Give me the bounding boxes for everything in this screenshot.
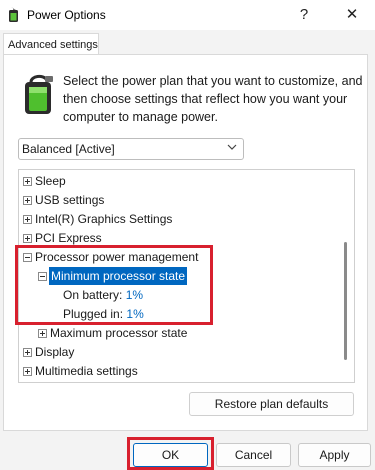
collapse-icon[interactable] xyxy=(23,253,32,262)
restore-defaults-button[interactable]: Restore plan defaults xyxy=(189,392,354,416)
expand-icon[interactable] xyxy=(23,367,32,376)
expand-icon[interactable] xyxy=(38,329,47,338)
setting-label: Plugged in: xyxy=(63,307,124,321)
cancel-button[interactable]: Cancel xyxy=(216,443,291,467)
power-plan-icon xyxy=(25,74,53,114)
setting-plugged-in[interactable]: Plugged in: 1% xyxy=(63,305,144,323)
tree-item-label: Sleep xyxy=(35,174,66,188)
tree-item-label: USB settings xyxy=(35,193,105,207)
expand-icon[interactable] xyxy=(23,196,32,205)
power-plan-select-value: Balanced [Active] xyxy=(22,142,115,156)
expand-icon[interactable] xyxy=(23,177,32,186)
power-options-icon xyxy=(9,7,18,22)
close-button[interactable]: ✕ xyxy=(329,0,375,30)
expand-icon[interactable] xyxy=(23,348,32,357)
tree-item-label: Intel(R) Graphics Settings xyxy=(35,212,173,226)
settings-tree[interactable]: Sleep USB settings Intel(R) Graphics Set… xyxy=(18,169,355,383)
expand-icon[interactable] xyxy=(23,234,32,243)
setting-value[interactable]: 1% xyxy=(126,307,143,321)
power-plan-select[interactable]: Balanced [Active] xyxy=(18,138,244,160)
tree-item-label: Maximum processor state xyxy=(50,326,188,340)
tree-item-label: Minimum processor state xyxy=(49,267,188,285)
apply-button[interactable]: Apply xyxy=(298,443,371,467)
setting-label: On battery: xyxy=(63,288,123,302)
tree-item-label: Processor power management xyxy=(35,250,199,264)
ok-button[interactable]: OK xyxy=(133,443,208,467)
tree-item-label: Display xyxy=(35,345,75,359)
help-button[interactable]: ? xyxy=(281,0,327,30)
chevron-down-icon xyxy=(227,144,237,150)
window-title: Power Options xyxy=(27,8,106,22)
tree-item-label: Multimedia settings xyxy=(35,364,138,378)
tab-advanced-settings[interactable]: Advanced settings xyxy=(3,33,99,55)
title-bar: Power Options ? ✕ xyxy=(0,0,375,30)
instructions-text: Select the power plan that you want to c… xyxy=(63,74,363,124)
tree-scrollbar-thumb[interactable] xyxy=(344,242,347,360)
collapse-icon[interactable] xyxy=(38,272,47,281)
setting-value[interactable]: 1% xyxy=(126,288,143,302)
settings-panel: Select the power plan that you want to c… xyxy=(3,54,368,431)
expand-icon[interactable] xyxy=(23,215,32,224)
tree-item-label: PCI Express xyxy=(35,231,102,245)
setting-on-battery[interactable]: On battery: 1% xyxy=(63,286,143,304)
